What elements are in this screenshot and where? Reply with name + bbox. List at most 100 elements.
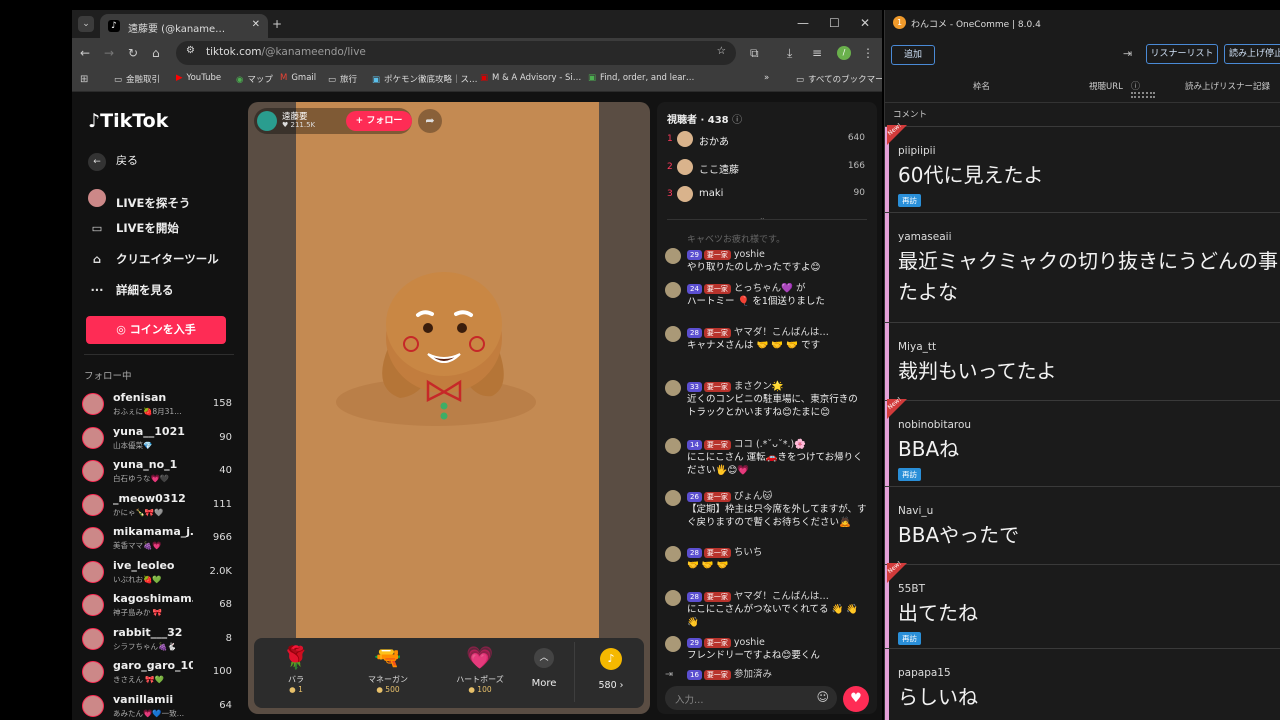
chat-message-text: にこにこさん 運転🚗きをつけてお帰りください🖐😊💗 (687, 452, 863, 476)
following-item[interactable]: _meow0312 かにゃ🍾🎀🩶 111 (82, 492, 232, 522)
nav-more[interactable]: ··· 詳細を見る (88, 282, 173, 298)
more-bookmarks-icon[interactable]: » (764, 73, 769, 83)
bookmark-2[interactable]: ◉ マップ (236, 73, 273, 85)
star-icon[interactable]: ☆ (717, 45, 726, 57)
chat-message-text: キャナメさんは 🤝 🤝 🤝 です (687, 340, 821, 351)
share-icon[interactable]: ➦ (418, 109, 442, 133)
host-chip[interactable]: 遠藤要 ♥ 211.5K + フォロー (254, 108, 412, 134)
reload-icon[interactable]: ↻ (128, 45, 138, 61)
forward-icon[interactable]: → (104, 45, 114, 61)
add-button[interactable]: 追加 (891, 45, 935, 65)
following-item[interactable]: vanillamii あみたん💗💙一致… 64 (82, 693, 232, 720)
all-bookmarks[interactable]: ▭すべてのブックマーク (796, 73, 882, 85)
bookmark-1[interactable]: ▶ YouTube (176, 73, 221, 83)
bookmark-7[interactable]: ▣ Find, order, and lear… (588, 73, 694, 83)
chat-message-text: 🤝 🤝 🤝 (687, 560, 729, 571)
address-bar[interactable]: ⚙ tiktok.com/@kanameendo/live ☆ (176, 41, 736, 65)
download-icon[interactable]: ⤓ (787, 45, 792, 61)
comment-item[interactable]: yamaseaii 最近ミャクミャクの切り抜きにうどんの事 たよな (885, 212, 1280, 322)
new-tab-icon[interactable]: + (272, 16, 282, 32)
following-item[interactable]: yuna__1021 山本優菜💎 90 (82, 425, 232, 455)
read-stop-button[interactable]: 読み上げ停止 (1224, 44, 1280, 64)
ranking-row[interactable]: 3 maki 90 (667, 184, 867, 206)
following-item[interactable]: ofenisan おふぇに🍓8月31… 158 (82, 391, 232, 421)
ranking-row[interactable]: 1 おかあ 640 (667, 129, 867, 151)
maximize-icon[interactable]: ☐ (829, 15, 840, 31)
listener-list-button[interactable]: リスナーリスト (1146, 44, 1218, 64)
media-icon[interactable]: ≡ (812, 45, 822, 61)
live-video[interactable] (296, 102, 599, 638)
resize-handle[interactable] (1131, 92, 1155, 98)
following-item[interactable]: mikamama_j… 美香ママ🍇💗 966 (82, 525, 232, 555)
info-icon[interactable]: ⓘ (732, 115, 742, 126)
avatar (82, 694, 104, 717)
comment-text: 出てたね (898, 601, 978, 625)
menu-icon[interactable]: ⋮ (862, 45, 874, 61)
extensions-icon[interactable]: ⧉ (750, 45, 759, 61)
gift-money-gun[interactable]: 🔫 マネーガン ● 500 (358, 646, 418, 694)
divider (84, 354, 234, 355)
gift-bar: 🌹 バラ ● 1 🔫 マネーガン ● 500 💗 ハートポーズ ● 100 ︿ More ♪… (254, 638, 644, 708)
apps-icon[interactable]: ⊞ (80, 72, 88, 88)
back-button[interactable]: ← 戻る (88, 152, 138, 171)
following-item[interactable]: garo_garo_104 きさえん 🎀💚 100 (82, 659, 232, 689)
avatar (82, 627, 104, 650)
gift-rose[interactable]: 🌹 バラ ● 1 (266, 646, 326, 694)
back-icon[interactable]: ← (80, 45, 90, 61)
bookmark-4[interactable]: ▭ 旅行 (328, 73, 357, 85)
ellipsis-icon: ··· (90, 283, 104, 297)
comment-item[interactable]: New! 55BT 出てたね 再訪 (885, 560, 1280, 648)
following-item[interactable]: kagoshimam… 神子島みか 🎀 68 (82, 592, 232, 622)
nav-explore-live[interactable]: LIVEを探そう (88, 189, 190, 211)
revisit-badge: 再訪 (898, 632, 921, 645)
home-icon[interactable]: ⌂ (152, 45, 160, 61)
more-gifts-button[interactable]: ︿ More (524, 648, 564, 689)
bookmark-5[interactable]: ▣ ポケモン徹底攻略｜ス… (372, 73, 478, 85)
following-name: _meow0312 (113, 491, 186, 505)
chevron-down-icon[interactable]: ⌄ (759, 213, 766, 222)
chat-message-header: 26 要一家 ぴょん🐱 (687, 490, 772, 503)
comment-item[interactable]: Miya_tt 裁判もいってたよ (885, 322, 1280, 400)
col-view-url: 視聴URL (1089, 82, 1123, 92)
avatar (665, 590, 681, 606)
site-info-icon[interactable]: ⚙ (186, 45, 195, 56)
help-icon[interactable]: ⓘ (1131, 79, 1140, 92)
bookmark-6[interactable]: ▣ M & A Advisory - Si… (480, 73, 581, 83)
avatar (82, 393, 104, 415)
nav-start-live[interactable]: ▭ LIVEを開始 (88, 220, 179, 236)
level-badge: 28 (687, 548, 702, 558)
gift-heart-pose[interactable]: 💗 ハートポーズ ● 100 (450, 646, 510, 694)
comment-item[interactable]: New! piipiipii 60代に見えたよ 再訪 (885, 122, 1280, 212)
following-item[interactable]: ive_leoleo いぶれお🍓💚 2.0K (82, 559, 232, 589)
bookmark-3[interactable]: M Gmail (280, 73, 316, 83)
comment-item[interactable]: New! nobinobitarou BBAね 再訪 (885, 396, 1280, 486)
minimize-icon[interactable]: — (797, 15, 809, 31)
following-subtitle: おふぇに🍓8月31… (113, 407, 182, 416)
follow-button[interactable]: + フォロー (346, 111, 412, 131)
coin-balance[interactable]: ♪ 580 › (584, 648, 638, 691)
chat-nickname: ぴょん🐱 (733, 491, 773, 502)
following-item[interactable]: rabbit___32 シラフちゃん🍇🐇 8 (82, 626, 232, 656)
comment-item[interactable]: papapa15 らしいね (885, 648, 1280, 720)
chat-input[interactable]: 入力… ☺ (665, 686, 837, 710)
avatar (82, 460, 104, 482)
tab-tiktok[interactable]: ♪ 遠藤要 (@kaname… ✕ (100, 14, 268, 38)
nav-creator-tools[interactable]: ⌂ クリエイターツール (88, 251, 219, 267)
login-icon[interactable]: ⇥ (1123, 47, 1132, 60)
rank-score: 166 (847, 160, 865, 171)
tiktok-logo[interactable]: ♪TikTok (88, 110, 168, 132)
close-icon[interactable]: ✕ (252, 19, 260, 30)
bookmark-0[interactable]: ▭ 金融取引 (114, 73, 160, 85)
ranking-row[interactable]: 2 ここ遠藤 166 (667, 157, 867, 179)
level-badge: 29 (687, 250, 702, 260)
heart-icon[interactable]: ♥ (843, 686, 869, 712)
rank-name: ここ遠藤 (699, 164, 739, 176)
home-icon: ⌂ (92, 252, 102, 266)
emoji-icon[interactable]: ☺ (816, 690, 829, 704)
tab-search-icon[interactable]: ⌄ (78, 16, 94, 32)
comment-item[interactable]: Navi_u BBAやったで (885, 486, 1280, 564)
get-coins-button[interactable]: ◎ コインを入手 (86, 316, 226, 344)
profile-icon[interactable]: / (837, 46, 851, 60)
window-close-icon[interactable]: ✕ (860, 15, 870, 31)
following-item[interactable]: yuna_no_1 白石ゆうな💗🖤 40 (82, 458, 232, 488)
